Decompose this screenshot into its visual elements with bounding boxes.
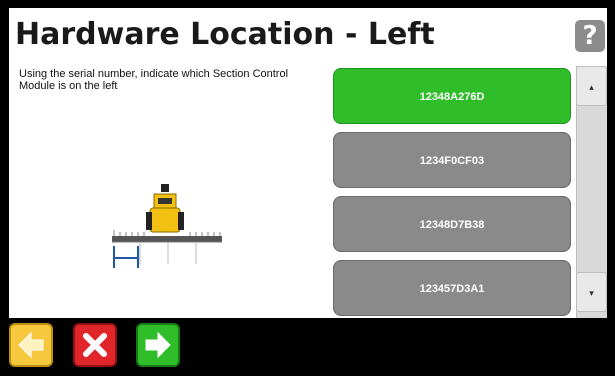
page-title: Hardware Location - Left	[15, 17, 435, 52]
cancel-button[interactable]	[73, 323, 117, 367]
chevron-down-icon[interactable]: ▾	[576, 272, 607, 312]
next-button[interactable]	[136, 323, 180, 367]
module-item-2[interactable]: 1234F0CF03	[333, 132, 571, 188]
module-list: 12348A276D 1234F0CF03 12348D7B38 123457D…	[333, 66, 573, 318]
module-item-4[interactable]: 123457D3A1	[333, 260, 571, 316]
back-button[interactable]	[9, 323, 53, 367]
screen: Hardware Location - Left ? Using the ser…	[9, 8, 607, 318]
arrow-left-icon	[18, 331, 44, 359]
close-icon	[83, 333, 107, 357]
module-item-3[interactable]: 12348D7B38	[333, 196, 571, 252]
tractor-icon	[112, 184, 222, 268]
list-scrollbar[interactable]: ▴ ▾	[576, 66, 607, 318]
chevron-up-icon[interactable]: ▴	[576, 66, 607, 106]
vehicle-implement-illustration	[104, 178, 234, 288]
footer-toolbar	[0, 318, 615, 376]
help-button[interactable]: ?	[575, 20, 605, 52]
module-item-1[interactable]: 12348A276D	[333, 68, 571, 124]
device-frame: Hardware Location - Left ? Using the ser…	[0, 0, 615, 376]
instruction-text: Using the serial number, indicate which …	[19, 68, 289, 92]
arrow-right-icon	[145, 331, 171, 359]
